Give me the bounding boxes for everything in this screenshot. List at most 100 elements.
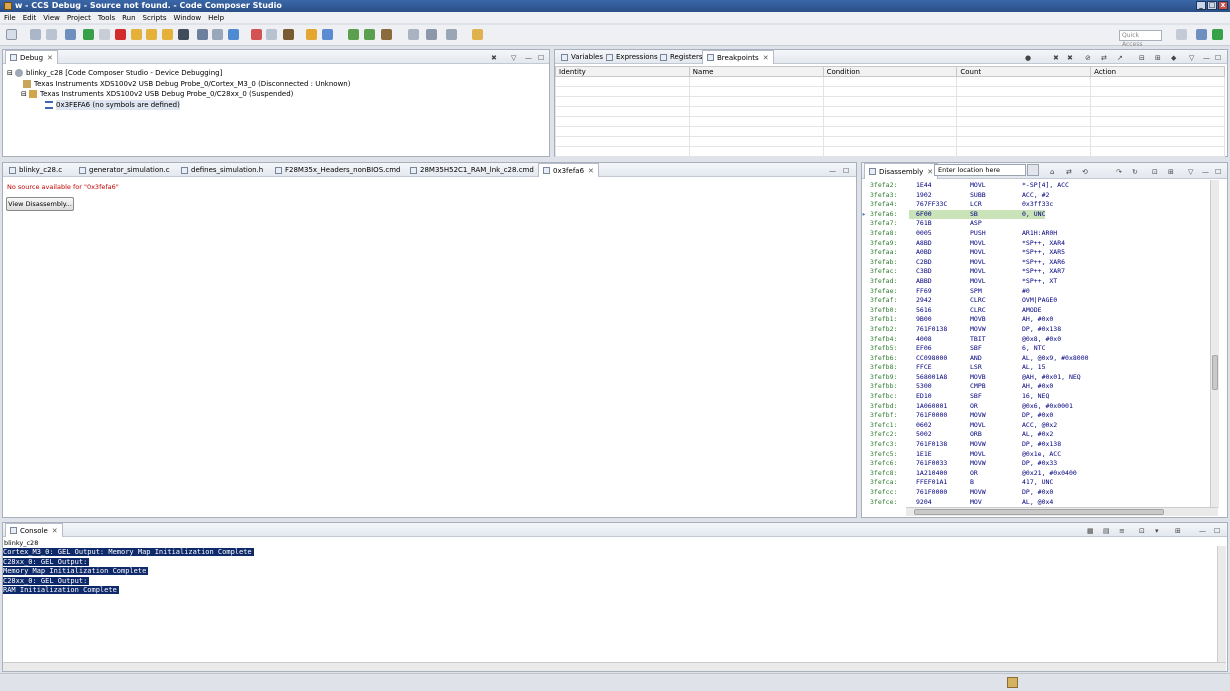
step-over-icon[interactable] (146, 29, 157, 40)
disassembly-hscroll[interactable] (906, 507, 1218, 516)
tree-node-project[interactable]: ⊟ blinky_c28 [Code Composer Studio - Dev… (7, 68, 350, 79)
disassembly-row[interactable]: 3fefb6: CC098000 AND AL, @0x9, #0x8000 (862, 354, 1208, 364)
terminate-icon[interactable] (115, 29, 126, 40)
tab-debug[interactable]: Debug ✕ (5, 50, 58, 64)
col-name[interactable]: Name (688, 66, 824, 77)
disassembly-row[interactable]: 3fefac: C3BD MOVL *SP++, XAR7 (862, 267, 1208, 277)
disassembly-row[interactable]: 3fefb8: FFCE LSR AL, 15 (862, 363, 1208, 373)
maximize-button[interactable]: □ (1207, 1, 1217, 10)
suspend-icon[interactable] (99, 29, 110, 40)
step-into-icon[interactable] (131, 29, 142, 40)
tab-expressions[interactable]: Expressions (602, 50, 662, 64)
minimize-view-icon[interactable]: — (1202, 165, 1209, 179)
skip-all-icon[interactable]: ⊘ (1085, 51, 1091, 65)
disassembly-row[interactable]: 3fefb1: 9B00 MOVB AH, #0x0 (862, 315, 1208, 325)
tools-icon[interactable] (283, 29, 294, 40)
disassembly-row[interactable]: 3fefcc: 761F0000 MOVW DP, #0x0 (862, 488, 1208, 498)
save-icon[interactable] (30, 29, 41, 40)
disassembly-row[interactable]: 3fefa6:6F00SB0, UNC (862, 209, 1208, 220)
close-tab-icon[interactable]: ✕ (927, 165, 933, 179)
col-action[interactable]: Action (1090, 66, 1225, 77)
step-instr-icon[interactable]: ↷ (1116, 165, 1122, 179)
expand-icon[interactable]: ⊞ (1155, 51, 1161, 65)
disassembly-row[interactable]: 3fefc2: 5002 ORB AL, #0x2 (862, 430, 1208, 440)
tree-node-frame[interactable]: 0x3FEFA6 (no symbols are defined) (7, 99, 350, 110)
close-tab-icon[interactable]: ✕ (588, 164, 594, 178)
build-icon[interactable] (381, 29, 392, 40)
link-with-icon[interactable]: ⇄ (1066, 165, 1072, 179)
menu-window[interactable]: Window (174, 14, 202, 22)
disassembly-row[interactable]: 3fefa9: A8BD MOVL *SP++, XAR4 (862, 239, 1208, 249)
menu-scripts[interactable]: Scripts (143, 14, 167, 22)
disassembly-row[interactable]: 3fefca: FFEF01A1 B 417, UNC (862, 478, 1208, 488)
sync-icon[interactable]: ⟲ (1082, 165, 1088, 179)
minimize-view-icon[interactable]: — (1199, 524, 1206, 538)
disassembly-row[interactable]: 3fefbb: 5300 CMPB AH, #0x0 (862, 382, 1208, 392)
disassembly-row[interactable]: 3fefa3: 1902 SUBB ACC, #2 (862, 191, 1208, 201)
tab-console[interactable]: Console ✕ (5, 523, 63, 537)
disassembly-row[interactable]: 3fefad: ABBD MOVL *SP++, XT (862, 277, 1208, 287)
trim-stack-icon[interactable] (1007, 677, 1018, 688)
tab-0x3fefa6[interactable]: 0x3fefa6 ✕ (538, 163, 599, 177)
disassembly-row[interactable]: 3fefc5: 1E1E MOVL @0x1e, ACC (862, 450, 1208, 460)
console-toggle-icon[interactable] (408, 29, 419, 40)
maximize-view-icon[interactable]: ☐ (538, 51, 544, 65)
disassembly-row[interactable]: 3fefa2: 1E44 MOVL *-SP[4], ACC (862, 181, 1208, 191)
disassembly-row[interactable]: 3fefb5: EF06 SBF 6, NTC (862, 344, 1208, 354)
reset-icon[interactable] (197, 29, 208, 40)
disassembly-row[interactable]: 3fefab: C2BD MOVL *SP++, XAR6 (862, 258, 1208, 268)
close-tab-icon[interactable]: ✕ (52, 524, 58, 538)
new-view-icon[interactable]: ⊞ (1168, 165, 1174, 179)
menu-tools[interactable]: Tools (98, 14, 115, 22)
pin-view-icon[interactable]: ⊡ (1152, 165, 1158, 179)
home-icon[interactable]: ⌂ (1050, 165, 1054, 179)
memory-icon[interactable] (178, 29, 189, 40)
disassembly-row[interactable]: 3fefbd: 1A060001 OR @0x6, #0x0001 (862, 402, 1208, 412)
open-perspective-icon[interactable] (1176, 29, 1187, 40)
view-menu-icon[interactable]: ▽ (1189, 51, 1194, 65)
goto-file-icon[interactable]: ↗ (1117, 51, 1123, 65)
col-identity[interactable]: Identity (555, 66, 690, 77)
remove-all-icon[interactable]: ✖ (1067, 51, 1073, 65)
location-input[interactable]: Enter location here (934, 164, 1026, 176)
quick-access-input[interactable]: Quick Access (1119, 30, 1162, 48)
disassembly-row[interactable]: 3fefaf: 2942 CLRC OVM|PAGE0 (862, 296, 1208, 306)
menu-run[interactable]: Run (122, 14, 135, 22)
pin-console-icon[interactable]: ⊡ (1139, 524, 1145, 538)
search-icon[interactable] (426, 29, 437, 40)
maximize-view-icon[interactable]: ☐ (843, 164, 849, 178)
external-tools-icon[interactable] (322, 29, 333, 40)
disassembly-row[interactable]: 3fefb2: 761F0138 MOVW DP, #0x138 (862, 325, 1208, 335)
menu-project[interactable]: Project (67, 14, 91, 22)
view-disassembly-button[interactable]: View Disassembly... (6, 197, 74, 211)
remove-breakpoint-icon[interactable]: ✖ (1053, 51, 1059, 65)
disassembly-row[interactable]: 3fefce: 9204 MOV AL, @0x4 (862, 498, 1208, 508)
save-all-icon[interactable] (46, 29, 57, 40)
disassembly-row[interactable]: 3fefc8: 1A210400 OR @0x21, #0x0400 (862, 469, 1208, 479)
maximize-view-icon[interactable]: ☐ (1215, 165, 1221, 179)
new-breakpoint-icon[interactable]: ● (1025, 51, 1031, 65)
disassembly-row[interactable]: 3fefb9: 568001A8 MOVB @AH, #0x01, NEQ (862, 373, 1208, 383)
load-icon[interactable] (228, 29, 239, 40)
disassembly-row[interactable]: 3fefa4: 767FF33C LCR 0x3ff33c (862, 200, 1208, 210)
scroll-thumb[interactable] (914, 509, 1164, 515)
disassembly-row[interactable]: 3fefbf: 761F0000 MOVW DP, #0x0 (862, 411, 1208, 421)
settings-icon[interactable] (446, 29, 457, 40)
open-console-icon[interactable]: ⊞ (1175, 524, 1181, 538)
minimize-button[interactable]: _ (1196, 1, 1206, 10)
tab-breakpoints[interactable]: Breakpoints ✕ (702, 50, 774, 64)
pin-icon[interactable] (472, 29, 483, 40)
disassembly-row[interactable]: 3fefa7: 761B ASP (862, 219, 1208, 229)
run-icon[interactable] (306, 29, 317, 40)
disassembly-vscroll[interactable] (1210, 180, 1219, 508)
maximize-view-icon[interactable]: ☐ (1215, 51, 1221, 65)
disassembly-row[interactable]: 3fefa8: 0005 PUSH AR1H:AR0H (862, 229, 1208, 239)
col-condition[interactable]: Condition (822, 66, 958, 77)
tab-blinky-c28[interactable]: blinky_c28.c (5, 163, 66, 177)
tree-node-c28[interactable]: ⊟ Texas Instruments XDS100v2 USB Debug P… (7, 89, 350, 100)
menu-file[interactable]: File (4, 14, 16, 22)
link-icon[interactable]: ⇄ (1101, 51, 1107, 65)
scroll-lock-icon[interactable]: ▤ (1103, 524, 1110, 538)
disassembly-row[interactable]: 3fefc3: 761F0138 MOVW DP, #0x138 (862, 440, 1208, 450)
tab-registers[interactable]: Registers (656, 50, 706, 64)
